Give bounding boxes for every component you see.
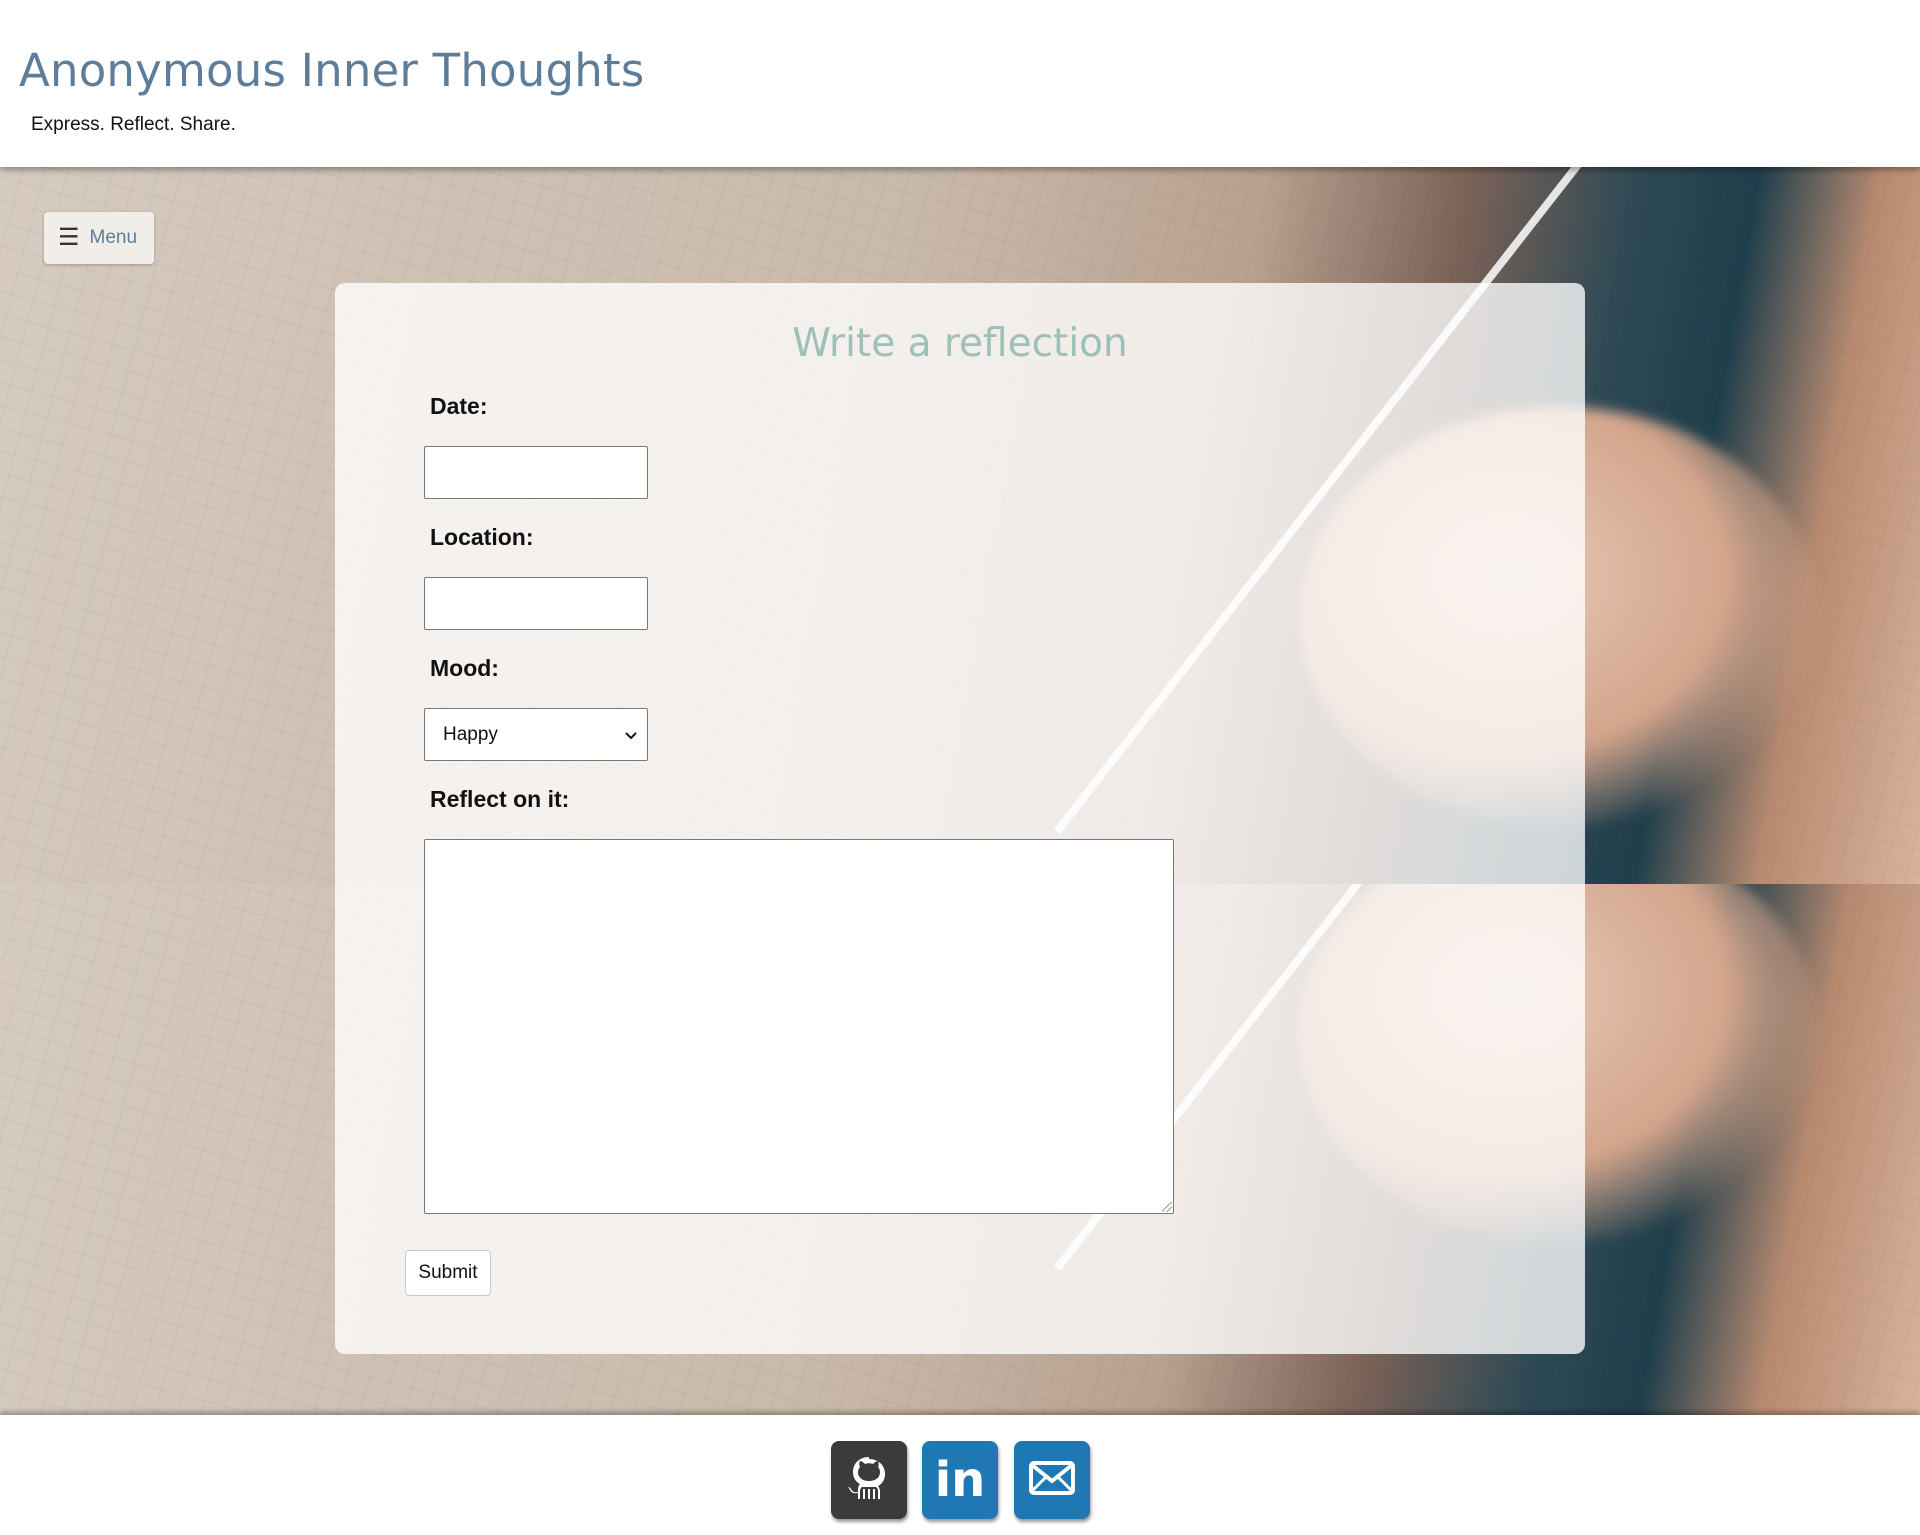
site-header: Anonymous Inner Thoughts Express. Reflec… (0, 0, 1920, 167)
github-link[interactable] (831, 1441, 907, 1519)
resize-handle-icon[interactable] (1162, 1202, 1172, 1212)
linkedin-link[interactable]: in (922, 1441, 998, 1519)
hamburger-icon: ☰ (58, 224, 80, 251)
linkedin-icon: in (934, 1452, 986, 1508)
submit-button[interactable]: Submit (405, 1250, 491, 1296)
email-icon (1028, 1460, 1076, 1501)
email-link[interactable] (1014, 1441, 1090, 1519)
site-title: Anonymous Inner Thoughts (19, 44, 645, 97)
reflect-label: Reflect on it: (430, 786, 570, 812)
menu-button[interactable]: ☰ Menu (44, 212, 154, 264)
reflection-textarea[interactable] (424, 839, 1174, 1214)
mood-selected-value: Happy (443, 723, 498, 745)
date-label: Date: (430, 393, 488, 419)
site-footer: in (0, 1415, 1920, 1535)
menu-label: Menu (89, 227, 138, 248)
location-input[interactable] (424, 577, 648, 630)
chevron-down-icon (625, 727, 637, 743)
github-icon (846, 1453, 892, 1508)
mood-label: Mood: (430, 655, 499, 681)
reflection-form-card: Write a reflection Date: Location: Mood:… (335, 283, 1585, 1354)
mood-select[interactable]: Happy (424, 708, 648, 761)
date-input[interactable] (424, 446, 648, 499)
location-label: Location: (430, 524, 534, 550)
site-tagline: Express. Reflect. Share. (31, 114, 236, 135)
form-title: Write a reflection (792, 321, 1128, 366)
